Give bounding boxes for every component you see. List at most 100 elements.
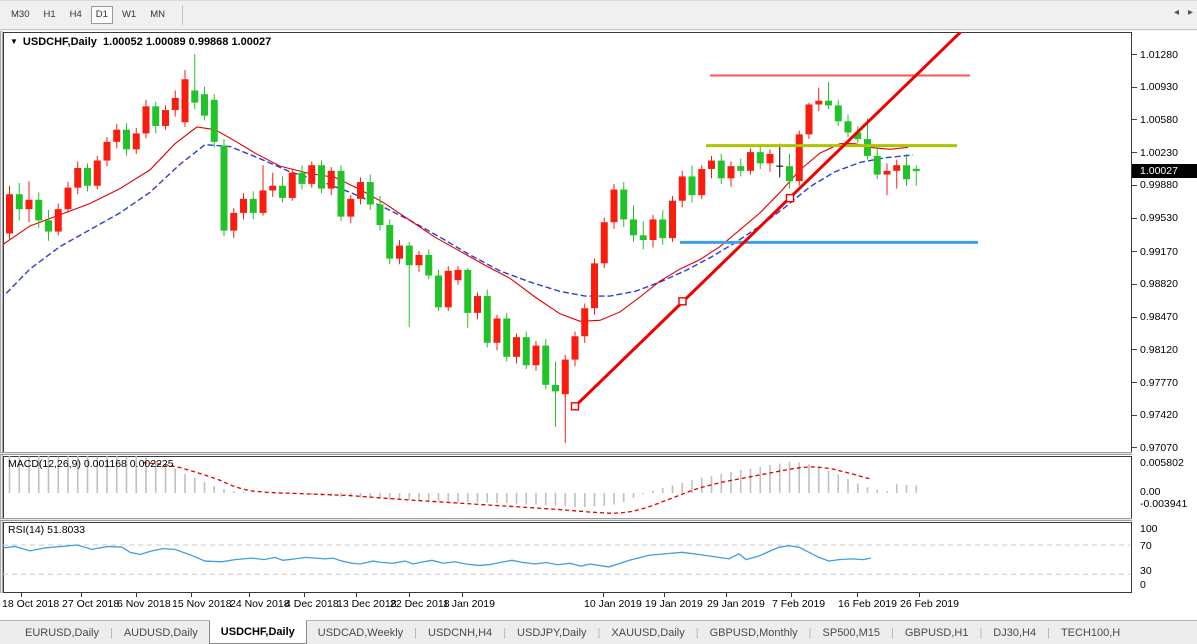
time-axis[interactable]: 18 Oct 201827 Oct 20186 Nov 201815 Nov 2… [0, 593, 1197, 619]
tab-usdchf[interactable]: USDCHF,Daily [209, 620, 307, 644]
date-tick [664, 593, 665, 597]
price-axis-label: 1.00580 [1140, 114, 1178, 126]
date-tick [356, 593, 357, 597]
rsi-line [3, 545, 871, 567]
main-chart-canvas[interactable] [3, 32, 1132, 453]
date-tick [136, 593, 137, 597]
price-tick [1132, 152, 1137, 153]
price-tick [1132, 447, 1137, 448]
rsi-axis-label: 100 [1140, 523, 1158, 535]
price-axis-label: 0.98120 [1140, 344, 1178, 356]
macd-label: MACD(12,26,9) 0.001168 0.002225 [8, 458, 174, 470]
tab-scroll-right-icon[interactable]: ▸ [1188, 7, 1193, 18]
date-tick [462, 593, 463, 597]
tab-dj30[interactable]: DJ30,H4 [982, 621, 1047, 644]
price-axis-label: 0.98820 [1140, 278, 1178, 290]
price-tick [1132, 185, 1137, 186]
price-tick [1132, 218, 1137, 219]
price-axis-label: 0.99880 [1140, 179, 1178, 191]
date-axis-label: 19 Jan 2019 [645, 598, 703, 610]
macd-axis-label: -0.003941 [1140, 498, 1187, 510]
trendline-anchor[interactable] [787, 195, 794, 202]
date-axis-label: 24 Nov 2018 [230, 598, 290, 610]
rsi-axis-label: 30 [1140, 565, 1152, 577]
price-axis-label: 1.00230 [1140, 147, 1178, 159]
date-tick [304, 593, 305, 597]
tab-xauusd[interactable]: XAUUSD,Daily [600, 621, 695, 644]
date-tick [81, 593, 82, 597]
moving-averages [3, 127, 913, 321]
price-axis-label: 1.01280 [1140, 49, 1178, 61]
timeframe-button-mn[interactable]: MN [145, 6, 170, 24]
date-axis-label: 18 Oct 2018 [2, 598, 59, 610]
date-tick [791, 593, 792, 597]
tab-sp500[interactable]: SP500,M15 [812, 621, 891, 644]
date-tick [857, 593, 858, 597]
timeframe-button-h4[interactable]: H4 [65, 6, 87, 24]
date-axis-label: 26 Feb 2019 [900, 598, 959, 610]
price-axis-label: 1.00930 [1140, 81, 1178, 93]
price-axis-label: 0.98470 [1140, 311, 1178, 323]
candles [6, 54, 920, 443]
price-axis-label: 0.99170 [1140, 246, 1178, 258]
chart-tab-bar: EURUSD,Daily|AUDUSD,DailyUSDCHF,DailyUSD… [0, 620, 1197, 644]
date-axis-label: 22 Dec 2018 [390, 598, 450, 610]
price-tick [1132, 349, 1137, 350]
price-tick [1132, 284, 1137, 285]
date-tick [191, 593, 192, 597]
tab-tech100[interactable]: TECH100,H [1050, 621, 1131, 644]
rsi-canvas[interactable] [3, 522, 1132, 593]
timeframe-button-w1[interactable]: W1 [117, 6, 141, 24]
chart-title-ohlc: 1.00052 1.00089 0.99868 1.00027 [103, 36, 271, 48]
price-tick [1132, 317, 1137, 318]
tab-eurusd[interactable]: EURUSD,Daily [14, 621, 110, 644]
tab-gbpusd[interactable]: GBPUSD,H1 [894, 621, 980, 644]
price-tick [1132, 382, 1137, 383]
rsi-axis-label: 70 [1140, 540, 1152, 552]
price-tick [1132, 119, 1137, 120]
price-tick [1132, 415, 1137, 416]
date-axis-label: 10 Jan 2019 [584, 598, 642, 610]
tab-usdjpy[interactable]: USDJPY,Daily [506, 621, 598, 644]
date-axis-label: 27 Oct 2018 [62, 598, 119, 610]
rsi-axis-label: 0 [1140, 579, 1146, 591]
trendline-anchor[interactable] [572, 403, 579, 410]
date-tick [21, 593, 22, 597]
tab-usdcnh[interactable]: USDCNH,H4 [417, 621, 503, 644]
price-axis-label: 0.97770 [1140, 377, 1178, 389]
date-axis-label: 16 Feb 2019 [838, 598, 897, 610]
price-scale[interactable]: 1.01280 1.00930 1.00580 1.00230 0.99880 0.995… [1132, 31, 1197, 593]
current-price-tag: 1.00027 [1132, 164, 1197, 178]
price-axis-label: 0.99530 [1140, 212, 1178, 224]
date-axis-label: 1 Jan 2019 [443, 598, 495, 610]
tab-audusd[interactable]: AUDUSD,Daily [113, 621, 209, 644]
date-tick [249, 593, 250, 597]
price-tick [1132, 54, 1137, 55]
date-axis-label: 4 Dec 2018 [285, 598, 339, 610]
tab-scroll-arrows: ◂ ▸ [1174, 0, 1193, 24]
date-axis-label: 13 Dec 2018 [337, 598, 397, 610]
timeframe-button-h1[interactable]: H1 [38, 6, 60, 24]
price-tick [1132, 87, 1137, 88]
macd-axis-label: 0.005802 [1140, 457, 1184, 469]
date-tick [919, 593, 920, 597]
date-axis-label: 7 Feb 2019 [772, 598, 825, 610]
chart-title: ▼ USDCHF,Daily 1.00052 1.00089 0.99868 1.… [10, 36, 271, 48]
timeframe-button-m30[interactable]: M30 [6, 6, 34, 24]
chart-title-symbol: USDCHF,Daily [23, 36, 97, 48]
timeframe-toolbar: M30H1 H4D1W1MN [0, 0, 1197, 30]
timeframe-button-d1[interactable]: D1 [91, 6, 113, 24]
price-axis-label: 0.97070 [1140, 442, 1178, 454]
date-tick [726, 593, 727, 597]
chevron-down-icon[interactable]: ▼ [10, 37, 18, 46]
macd-axis-label: 0.00 [1140, 486, 1160, 498]
tab-gbpusd[interactable]: GBPUSD,Monthly [699, 621, 809, 644]
date-tick [603, 593, 604, 597]
date-tick [409, 593, 410, 597]
price-tick [1132, 251, 1137, 252]
trendline-anchor[interactable] [679, 298, 686, 305]
tab-usdcad[interactable]: USDCAD,Weekly [307, 621, 414, 644]
toolbar-separator [182, 5, 183, 25]
tab-scroll-left-icon[interactable]: ◂ [1174, 7, 1179, 18]
macd-signal-line [143, 462, 871, 513]
